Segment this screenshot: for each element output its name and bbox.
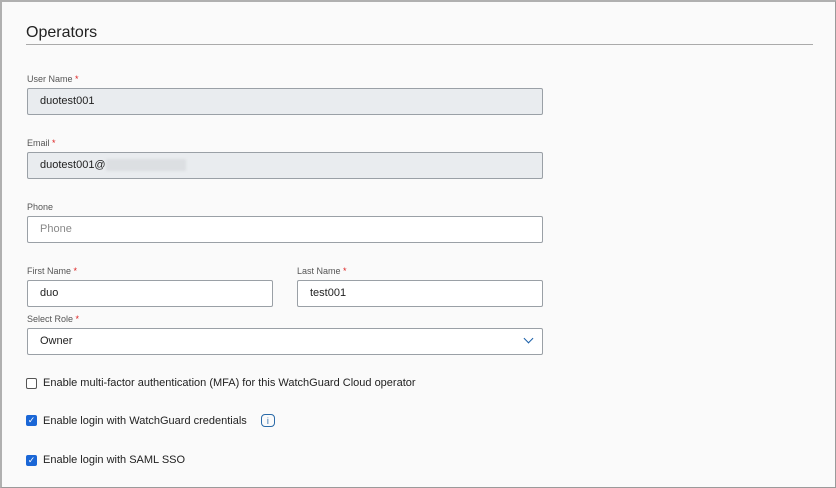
phone-label: Phone	[27, 202, 54, 212]
mfa-checkbox[interactable]: Enable multi-factor authentication (MFA)…	[26, 377, 416, 389]
first-name-field[interactable]: duo	[27, 280, 273, 307]
last-name-field[interactable]: test001	[297, 280, 543, 307]
first-name-label: First Name *	[27, 266, 78, 276]
info-icon[interactable]: i	[260, 414, 275, 427]
email-label: Email *	[27, 138, 56, 148]
role-select[interactable]: Owner	[27, 328, 543, 355]
checkbox-label: Enable login with WatchGuard credentials	[43, 414, 247, 427]
saml-sso-checkbox[interactable]: ✓ Enable login with SAML SSO	[26, 454, 185, 466]
email-field[interactable]: duotest001@	[27, 152, 543, 179]
checkbox[interactable]	[26, 377, 37, 389]
chevron-down-icon	[523, 333, 534, 344]
checkbox[interactable]: ✓	[26, 454, 37, 466]
checkbox[interactable]: ✓	[26, 415, 37, 426]
checkbox-label: Enable login with SAML SSO	[43, 454, 186, 466]
divider	[26, 44, 813, 45]
page-title: Operators	[26, 24, 98, 41]
username-field[interactable]: duotest001	[27, 88, 543, 115]
last-name-label: Last Name *	[297, 266, 347, 276]
phone-field[interactable]: Phone	[27, 216, 543, 243]
redacted-domain	[105, 159, 186, 172]
watchguard-login-checkbox[interactable]: ✓ Enable login with WatchGuard credential…	[26, 414, 275, 427]
checkbox-label: Enable multi-factor authentication (MFA)…	[43, 377, 416, 389]
role-label: Select Role *	[27, 314, 80, 324]
username-label: User Name *	[27, 74, 79, 84]
